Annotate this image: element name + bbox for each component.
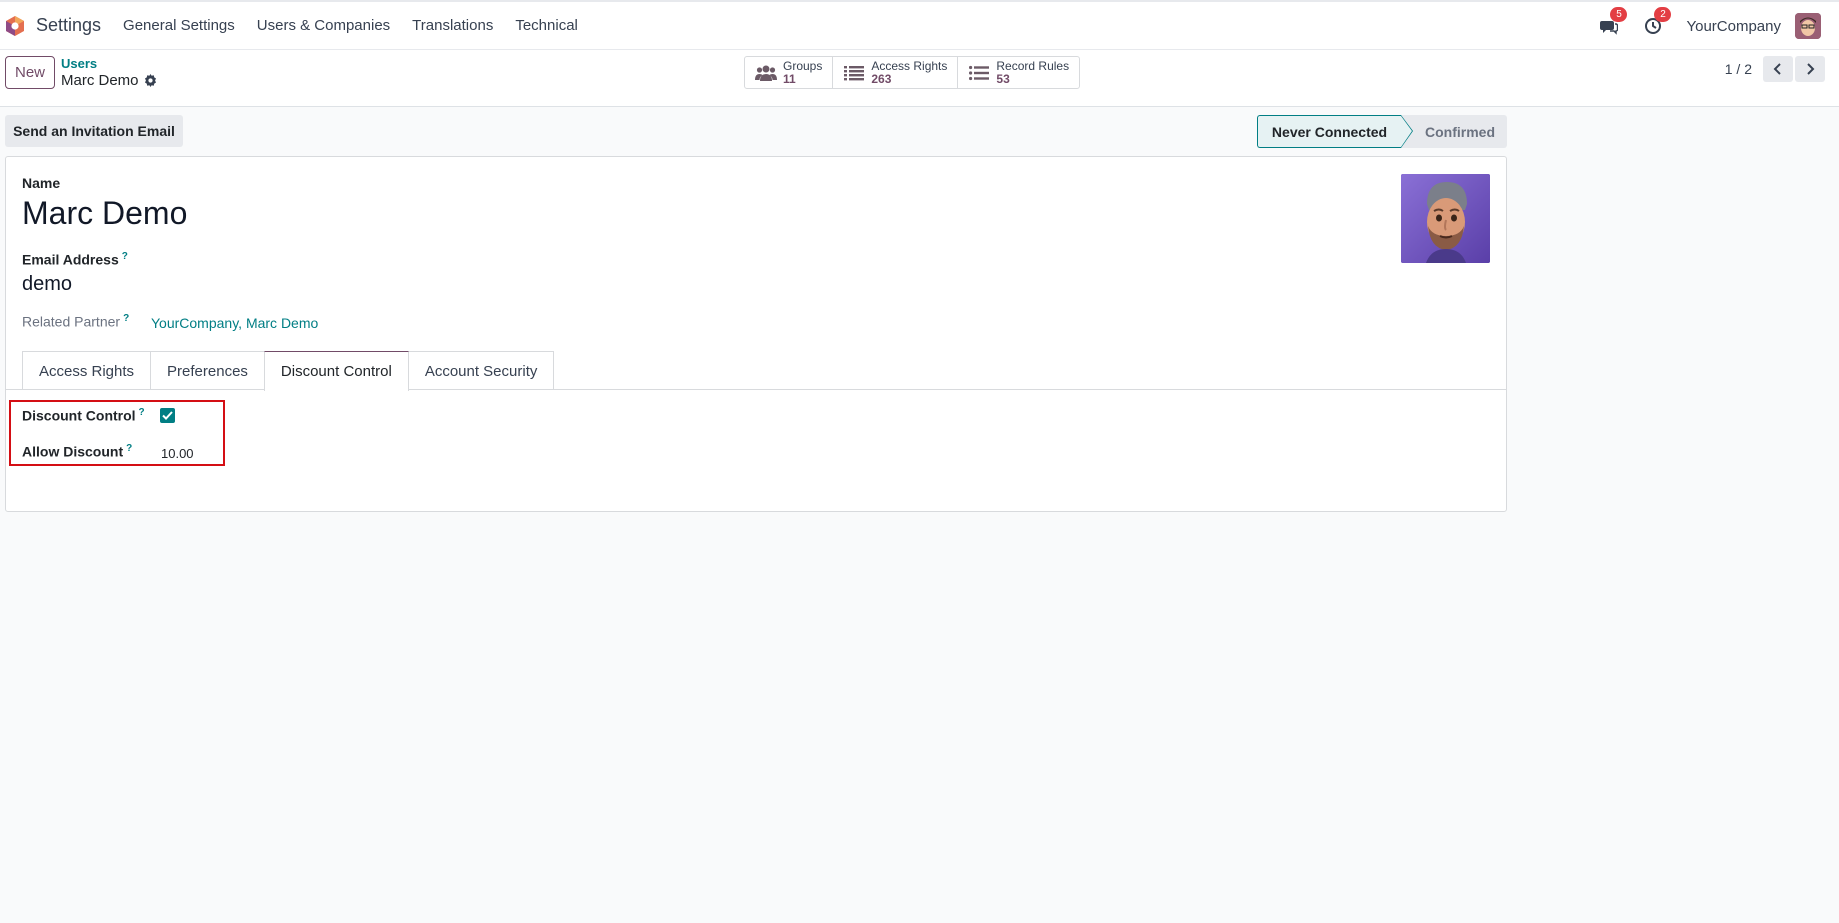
status-bar: Never Connected Confirmed [1257, 115, 1507, 148]
email-label: Email Address? [22, 251, 128, 268]
name-field[interactable]: Marc Demo [22, 195, 187, 232]
breadcrumb-users[interactable]: Users [61, 56, 97, 71]
tabs-divider [6, 389, 1506, 390]
allow-discount-field[interactable]: 10.00 [161, 446, 194, 461]
pager-next-button[interactable] [1795, 56, 1825, 82]
messages-badge: 5 [1610, 7, 1628, 22]
record-rules-smart-button[interactable]: Record Rules 53 [958, 57, 1079, 88]
users-icon [755, 63, 777, 83]
email-field[interactable]: demo [22, 273, 72, 296]
user-photo[interactable] [1401, 174, 1490, 263]
stage-confirmed[interactable]: Confirmed [1401, 115, 1507, 148]
pager-previous-button[interactable] [1763, 56, 1793, 82]
discount-control-checkbox[interactable] [160, 408, 175, 423]
groups-count: 11 [783, 71, 796, 86]
discount-control-help-icon[interactable]: ? [139, 407, 145, 418]
allow-discount-label-text: Allow Discount [22, 443, 124, 460]
navbar-systray: 5 2 YourCompany [1598, 2, 1839, 50]
messages-icon[interactable]: 5 [1598, 7, 1628, 37]
tab-discount-control[interactable]: Discount Control [263, 351, 409, 391]
list-icon [843, 63, 865, 83]
menu-users-companies[interactable]: Users & Companies [257, 17, 390, 34]
gear-icon[interactable] [144, 74, 157, 87]
access-rights-count: 263 [871, 71, 892, 86]
related-partner-link[interactable]: YourCompany, Marc Demo [151, 315, 318, 331]
pager: 1 / 2 [1725, 56, 1825, 82]
email-label-text: Email Address [22, 251, 119, 268]
user-avatar[interactable] [1795, 13, 1821, 39]
groups-smart-button[interactable]: Groups 11 [745, 57, 834, 88]
tab-account-security[interactable]: Account Security [407, 351, 555, 390]
list-icon [968, 63, 990, 83]
company-switcher[interactable]: YourCompany [1686, 18, 1781, 35]
send-invitation-email-button[interactable]: Send an Invitation Email [5, 115, 183, 147]
activities-badge: 2 [1654, 7, 1672, 22]
chevron-right-icon [1807, 63, 1815, 75]
related-partner-label: Related Partner? [22, 313, 129, 330]
name-label: Name [22, 175, 61, 191]
chevron-left-icon [1773, 63, 1781, 75]
related-partner-label-text: Related Partner [22, 313, 121, 330]
access-rights-smart-button[interactable]: Access Rights 263 [833, 57, 959, 88]
app-logo-icon[interactable] [4, 15, 26, 37]
activities-clock-icon[interactable]: 2 [1642, 7, 1672, 37]
groups-label: Groups [783, 58, 823, 73]
access-rights-label: Access Rights [871, 58, 948, 73]
allow-discount-label: Allow Discount? [22, 443, 132, 460]
record-rules-count: 53 [996, 71, 1010, 86]
menu-technical[interactable]: Technical [515, 17, 578, 34]
allow-discount-help-icon[interactable]: ? [126, 443, 132, 454]
smart-buttons: Groups 11 Access Rights 263 Record Rules… [744, 56, 1081, 89]
top-navbar: Settings General Settings Users & Compan… [0, 0, 1839, 50]
app-name[interactable]: Settings [36, 15, 101, 36]
record-rules-label: Record Rules [996, 58, 1070, 73]
pager-value[interactable]: 1 / 2 [1725, 61, 1752, 77]
breadcrumb-current-label: Marc Demo [61, 72, 139, 89]
notebook-tabs: Access Rights Preferences Discount Contr… [22, 351, 555, 391]
discount-control-label: Discount Control? [22, 407, 145, 424]
checkmark-icon [162, 411, 173, 420]
discount-control-label-text: Discount Control [22, 407, 136, 424]
tab-preferences[interactable]: Preferences [150, 351, 265, 390]
menu-translations[interactable]: Translations [412, 17, 493, 34]
control-panel: New Users Marc Demo Groups 11 Access Rig… [0, 50, 1839, 107]
breadcrumb-current: Marc Demo [61, 72, 157, 89]
menu-general-settings[interactable]: General Settings [123, 17, 235, 34]
form-sheet: Name Marc Demo Email Address? demo Relat… [5, 156, 1507, 512]
tab-access-rights[interactable]: Access Rights [22, 351, 152, 390]
stage-never-connected[interactable]: Never Connected [1257, 115, 1413, 148]
partner-help-icon[interactable]: ? [123, 313, 129, 324]
email-help-icon[interactable]: ? [122, 251, 128, 262]
new-button[interactable]: New [5, 56, 55, 89]
